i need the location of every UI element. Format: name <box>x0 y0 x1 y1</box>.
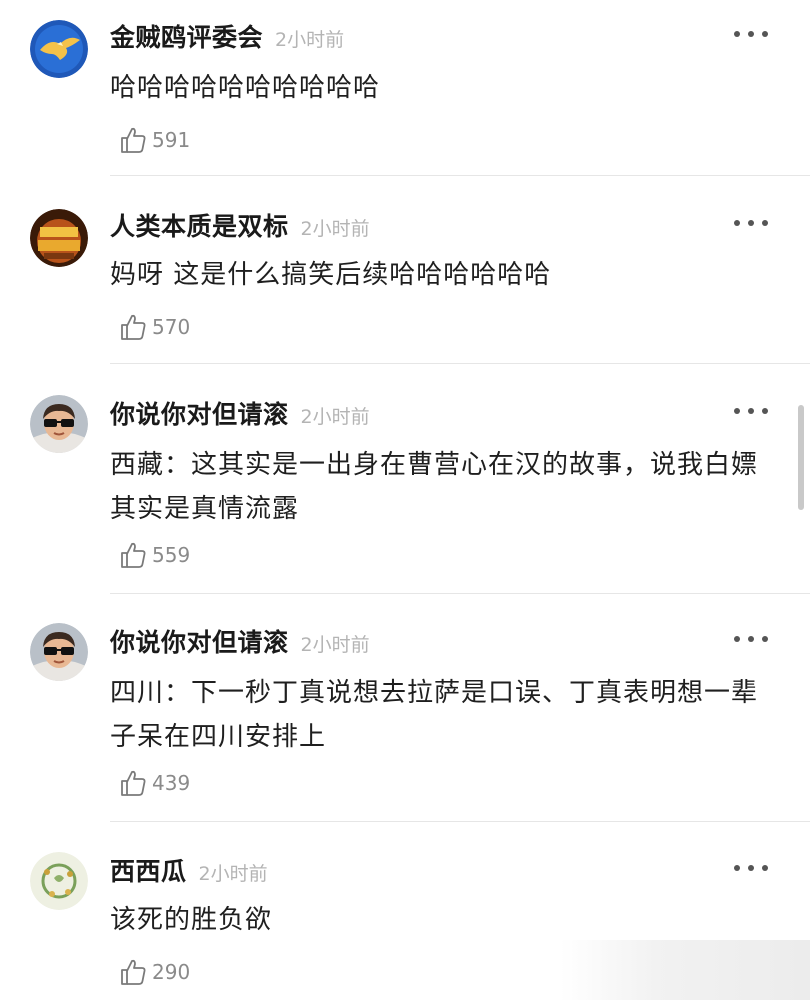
scrollbar[interactable] <box>798 405 804 510</box>
like-count: 559 <box>152 543 191 567</box>
comment-header: 你说你对但请滚 2小时前 <box>110 623 370 663</box>
like-count: 570 <box>152 315 191 339</box>
timestamp: 2小时前 <box>275 29 345 51</box>
username[interactable]: 金贼鸥评委会 <box>110 18 263 54</box>
more-dots-icon <box>734 636 740 642</box>
more-options-button[interactable] <box>734 405 768 417</box>
divider <box>110 593 810 594</box>
image-artifact <box>560 940 810 1000</box>
comment-text: 哈哈哈哈哈哈哈哈哈哈 <box>110 73 381 103</box>
comment-text: 四川：下一秒丁真说想去拉萨是口误、丁真表明想一辈子呆在四川安排上 <box>110 678 759 752</box>
avatar[interactable] <box>30 623 88 681</box>
avatar[interactable] <box>30 852 88 910</box>
more-options-button[interactable] <box>734 862 768 874</box>
floral-wreath-icon <box>30 852 88 910</box>
timestamp: 2小时前 <box>198 863 268 885</box>
comment-item: 人类本质是双标 2小时前 妈呀 这是什么搞笑后续哈哈哈哈哈哈 570 <box>0 207 810 367</box>
more-dots-icon <box>734 408 740 414</box>
username[interactable]: 你说你对但请滚 <box>110 623 289 659</box>
comment-header: 你说你对但请滚 2小时前 <box>110 395 370 435</box>
thumbs-up-icon <box>121 959 146 985</box>
comment-text: 妈呀 这是什么搞笑后续哈哈哈哈哈哈 <box>110 260 552 290</box>
more-options-button[interactable] <box>734 28 768 40</box>
comment-item: 你说你对但请滚 2小时前 四川：下一秒丁真说想去拉萨是口误、丁真表明想一辈子呆在… <box>0 623 810 823</box>
like-button[interactable]: 591 <box>118 124 190 156</box>
thumbs-up-icon <box>121 127 146 153</box>
timestamp: 2小时前 <box>300 218 370 240</box>
avatar[interactable] <box>30 20 88 78</box>
comment-header: 金贼鸥评委会 2小时前 <box>110 18 344 58</box>
more-dots-icon <box>734 31 740 37</box>
like-button[interactable]: 439 <box>118 767 190 799</box>
avatar[interactable] <box>30 209 88 267</box>
comment-header: 西西瓜 2小时前 <box>110 852 268 892</box>
like-count: 439 <box>152 771 191 795</box>
username[interactable]: 西西瓜 <box>110 852 187 888</box>
username[interactable]: 你说你对但请滚 <box>110 395 289 431</box>
divider <box>110 363 810 364</box>
thumbs-up-icon <box>121 542 146 568</box>
like-count: 591 <box>152 128 191 152</box>
more-options-button[interactable] <box>734 633 768 645</box>
thumbs-up-icon <box>121 314 146 340</box>
like-button[interactable]: 290 <box>118 956 190 988</box>
eagle-emblem-icon <box>30 20 88 78</box>
kid-sunglasses-icon <box>30 623 88 681</box>
like-count: 290 <box>152 960 191 984</box>
comment-text: 该死的胜负欲 <box>110 905 273 935</box>
like-button[interactable]: 559 <box>118 539 190 571</box>
golden-text-icon <box>30 209 88 267</box>
thumbs-up-icon <box>121 770 146 796</box>
more-dots-icon <box>734 865 740 871</box>
comment-text: 西藏：这其实是一出身在曹营心在汉的故事，说我白嫖其实是真情流露 <box>110 450 759 524</box>
divider <box>110 175 810 176</box>
more-options-button[interactable] <box>734 217 768 229</box>
comment-header: 人类本质是双标 2小时前 <box>110 207 370 247</box>
more-dots-icon <box>734 220 740 226</box>
kid-sunglasses-icon <box>30 395 88 453</box>
like-button[interactable]: 570 <box>118 311 190 343</box>
comment-item: 金贼鸥评委会 2小时前 哈哈哈哈哈哈哈哈哈哈 591 <box>0 18 810 178</box>
timestamp: 2小时前 <box>300 634 370 656</box>
divider <box>110 821 810 822</box>
username[interactable]: 人类本质是双标 <box>110 207 289 243</box>
comment-item: 你说你对但请滚 2小时前 西藏：这其实是一出身在曹营心在汉的故事，说我白嫖其实是… <box>0 395 810 595</box>
avatar[interactable] <box>30 395 88 453</box>
timestamp: 2小时前 <box>300 406 370 428</box>
